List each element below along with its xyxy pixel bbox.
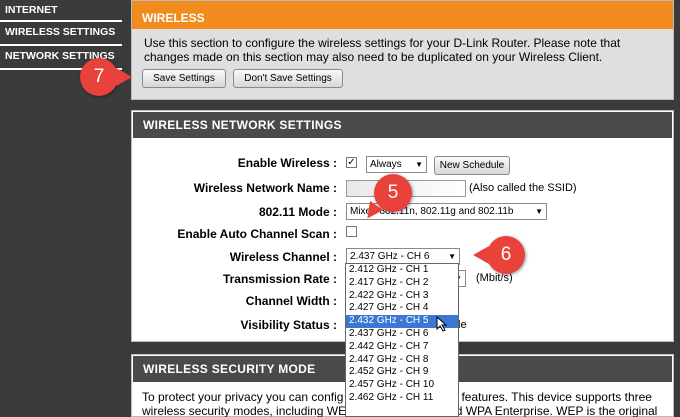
network-name-label: Wireless Network Name : (193, 181, 337, 195)
security-text-part-2: features. This device supports three (461, 390, 652, 404)
wireless-description: Use this section to configure the wirele… (132, 29, 673, 64)
visibility-status-label: Visibility Status : (240, 318, 337, 332)
save-settings-button[interactable]: Save Settings (142, 69, 226, 88)
channel-option[interactable]: 2.427 GHz - CH 4 (346, 302, 458, 315)
channel-width-label: Channel Width : (245, 294, 337, 308)
dropdown-arrow-icon: ▼ (448, 252, 456, 261)
transmission-rate-label: Transmission Rate : (222, 272, 337, 286)
description-line-2: changes made on this section may also ne… (144, 50, 603, 64)
channel-option[interactable]: 2.462 GHz - CH 11 (346, 392, 458, 405)
sidebar-item-internet[interactable]: INTERNET (0, 0, 122, 22)
wireless-channel-label: Wireless Channel : (229, 250, 337, 264)
wireless-panel: WIRELESS Use this section to configure t… (131, 0, 674, 100)
schedule-select[interactable]: Always ▼ (366, 156, 427, 173)
channel-option[interactable]: 2.442 GHz - CH 7 (346, 341, 458, 354)
description-line-1: Use this section to configure the wirele… (144, 36, 621, 50)
visibility-tail-text: le (458, 319, 467, 331)
dropdown-arrow-icon: ▼ (535, 207, 543, 216)
step-7-callout: 7 (80, 58, 132, 96)
enable-wireless-label: Enable Wireless : (237, 156, 337, 170)
channel-option[interactable]: 2.452 GHz - CH 9 (346, 366, 458, 379)
checkmark-icon: ✓ (347, 157, 356, 168)
enable-wireless-checkbox[interactable]: ✓ (346, 157, 357, 168)
channel-dropdown-list: 2.412 GHz - CH 1 2.417 GHz - CH 2 2.422 … (345, 263, 459, 417)
channel-option[interactable]: 2.412 GHz - CH 1 (346, 264, 458, 277)
schedule-value: Always (370, 159, 402, 170)
wireless-title: WIRELESS (132, 1, 673, 29)
new-schedule-button[interactable]: New Schedule (434, 156, 510, 175)
auto-channel-scan-label: Enable Auto Channel Scan : (177, 227, 337, 241)
channel-option[interactable]: 2.447 GHz - CH 8 (346, 354, 458, 367)
ssid-note: (Also called the SSID) (469, 182, 577, 194)
network-settings-title: WIRELESS NETWORK SETTINGS (133, 112, 672, 138)
mode-label: 802.11 Mode : (258, 205, 337, 219)
channel-option[interactable]: 2.457 GHz - CH 10 (346, 379, 458, 392)
dont-save-settings-button[interactable]: Don't Save Settings (233, 69, 343, 88)
channel-option[interactable]: 2.422 GHz - CH 3 (346, 290, 458, 303)
step-5-callout: 5 (374, 174, 412, 212)
dropdown-arrow-icon: ▼ (415, 160, 423, 169)
auto-channel-scan-checkbox[interactable] (346, 226, 357, 237)
mouse-cursor-icon (436, 315, 448, 335)
sidebar-item-wireless-settings[interactable]: WIRELESS SETTINGS (0, 22, 122, 46)
security-text-part-1: To protect your privacy you can config (142, 390, 344, 404)
channel-option[interactable]: 2.417 GHz - CH 2 (346, 277, 458, 290)
channel-value: 2.437 GHz - CH 6 (350, 251, 430, 262)
step-6-callout: 6 (473, 236, 525, 274)
